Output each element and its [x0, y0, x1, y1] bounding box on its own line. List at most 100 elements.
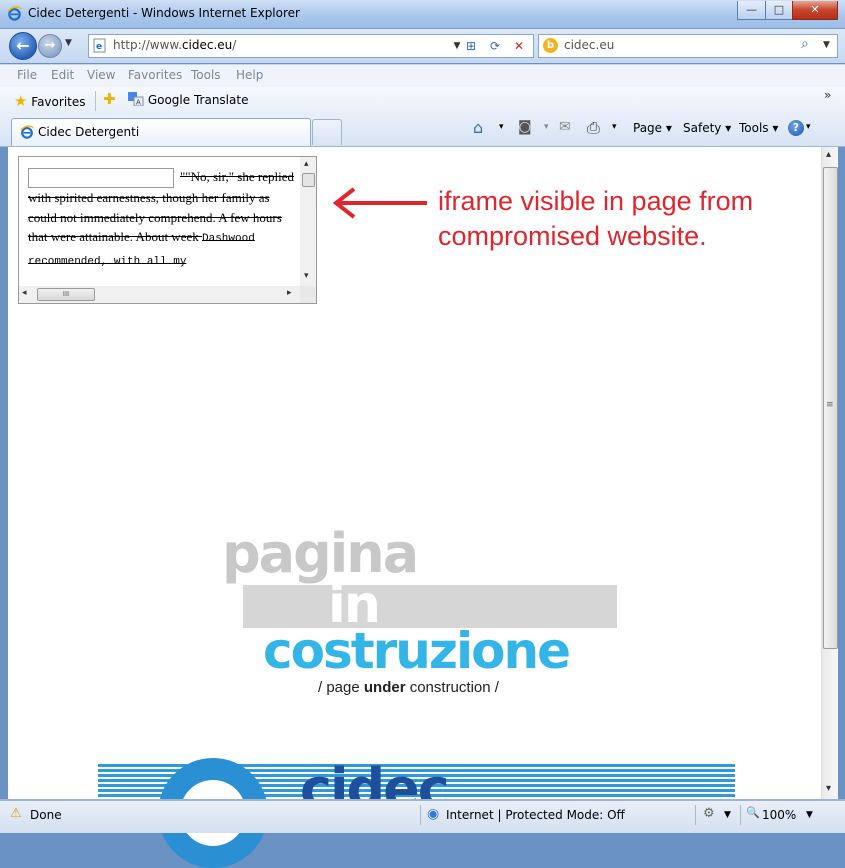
- svg-text:A: A: [136, 99, 141, 107]
- close-button[interactable]: ✕: [792, 1, 838, 20]
- iframe-scrollbar-corner: [300, 286, 316, 303]
- forward-button[interactable]: →: [38, 34, 62, 58]
- zoom-icon[interactable]: 🔍: [746, 806, 760, 819]
- status-bar: ⚠ Done ◉ Internet | Protected Mode: Off …: [0, 800, 845, 833]
- tab-title: Cidec Detergenti: [38, 125, 140, 139]
- scroll-down-icon[interactable]: ▾: [826, 783, 831, 794]
- title-bar[interactable]: Cidec Detergenti - Windows Internet Expl…: [0, 0, 845, 29]
- iframe-vertical-scrollbar[interactable]: ▴ ▾: [300, 157, 316, 286]
- iframe-spam-text: ""No, sir," she replied with spirited ea…: [28, 167, 294, 272]
- search-input[interactable]: cidec.eu: [564, 38, 614, 52]
- google-translate-icon: A: [128, 92, 144, 107]
- popup-blocker-icon[interactable]: ⚙: [703, 806, 715, 821]
- favorites-star-icon: ★: [14, 92, 28, 110]
- status-separator: [695, 805, 696, 825]
- page-menu-label: Page: [633, 121, 663, 135]
- back-button[interactable]: ←: [9, 32, 37, 60]
- navigation-bar: ← → ▼ e http://www.cidec.eu/ ▼ ⊞ ⟳ ✕ b c…: [0, 29, 845, 63]
- page-menu[interactable]: Page ▾: [633, 121, 672, 135]
- bing-icon: b: [543, 38, 558, 53]
- stop-icon[interactable]: ✕: [509, 37, 529, 55]
- internet-explorer-tab-icon: [20, 125, 34, 139]
- print-dropdown-icon[interactable]: ▾: [612, 122, 617, 132]
- menu-bar: File Edit View Favorites Tools Help: [0, 64, 845, 88]
- page-content: ""No, sir," she replied with spirited ea…: [8, 147, 821, 868]
- minimize-button[interactable]: —: [737, 1, 766, 20]
- home-icon[interactable]: ⌂: [473, 118, 483, 137]
- search-dropdown[interactable]: ▼: [823, 40, 830, 50]
- page-vertical-scrollbar[interactable]: ▴ ≡ ▾: [821, 147, 838, 799]
- iframe-scroll-down-icon[interactable]: ▾: [304, 271, 309, 281]
- tab-cidec-detergenti[interactable]: Cidec Detergenti: [11, 118, 311, 146]
- help-icon[interactable]: ?: [788, 120, 804, 136]
- menu-file[interactable]: File: [17, 68, 37, 82]
- zoom-dropdown-icon[interactable]: ▼: [806, 810, 813, 820]
- svg-text:e: e: [96, 42, 102, 52]
- favorites-bar: ★ Favorites ✚ A Google Translate »: [0, 87, 845, 115]
- security-zone-text[interactable]: Internet | Protected Mode: Off: [446, 808, 625, 822]
- internet-explorer-icon: [7, 6, 22, 21]
- popup-dropdown-icon[interactable]: ▼: [724, 810, 731, 820]
- injected-iframe[interactable]: ""No, sir," she replied with spirited ea…: [18, 156, 317, 304]
- window-title: Cidec Detergenti - Windows Internet Expl…: [28, 6, 300, 20]
- tools-menu-dropdown-icon: ▾: [772, 121, 779, 135]
- recent-pages-dropdown[interactable]: ▼: [65, 38, 72, 48]
- page-menu-dropdown-icon: ▾: [665, 121, 672, 135]
- caption-pre: / page: [318, 679, 364, 696]
- status-text: Done: [30, 808, 62, 822]
- favorites-label: Favorites: [31, 95, 86, 109]
- iframe-vertical-thumb[interactable]: [302, 173, 315, 187]
- page-scroll-thumb[interactable]: ≡: [823, 167, 838, 649]
- status-separator: [420, 805, 421, 825]
- google-translate-label: Google Translate: [147, 93, 249, 107]
- google-translate-link[interactable]: A Google Translate: [128, 92, 248, 107]
- page-icon: e: [93, 38, 106, 53]
- internet-zone-icon: ◉: [427, 806, 440, 822]
- menu-favorites[interactable]: Favorites: [128, 68, 182, 82]
- menu-view[interactable]: View: [87, 68, 115, 82]
- tools-menu[interactable]: Tools ▾: [739, 121, 778, 135]
- pagina-heading: pagina: [222, 522, 419, 585]
- home-dropdown-icon[interactable]: ▾: [499, 122, 504, 132]
- warning-icon[interactable]: ⚠: [10, 806, 22, 821]
- iframe-scroll-up-icon[interactable]: ▴: [304, 159, 309, 169]
- read-mail-icon[interactable]: ✉: [559, 119, 571, 135]
- zoom-level[interactable]: 100%: [762, 808, 796, 822]
- print-icon[interactable]: ⎙: [587, 118, 600, 138]
- tab-bar: Cidec Detergenti ⌂ ▾ ◙ ▾ ✉ ⎙ ▾ Page ▾ Sa…: [0, 115, 845, 147]
- caption-post: construction /: [405, 679, 499, 696]
- new-tab-button[interactable]: [312, 119, 342, 145]
- iframe-horizontal-scrollbar[interactable]: ◂ III ▸: [19, 286, 300, 303]
- iframe-text-input[interactable]: [28, 168, 174, 189]
- iframe-horizontal-thumb[interactable]: III: [37, 288, 95, 301]
- favorites-button[interactable]: ★ Favorites: [14, 92, 86, 110]
- refresh-icon[interactable]: ⟳: [485, 37, 505, 55]
- menu-tools[interactable]: Tools: [191, 68, 221, 82]
- safety-menu-label: Safety: [683, 121, 722, 135]
- iframe-scroll-right-icon[interactable]: ▸: [287, 288, 292, 298]
- help-dropdown-icon[interactable]: ▾: [806, 122, 811, 132]
- feeds-dropdown-icon[interactable]: ▾: [544, 122, 549, 132]
- menu-edit[interactable]: Edit: [51, 68, 74, 82]
- scroll-up-icon[interactable]: ▴: [826, 149, 831, 160]
- safety-menu-dropdown-icon: ▾: [725, 121, 732, 135]
- maximize-button[interactable]: □: [765, 1, 793, 20]
- status-separator: [740, 805, 741, 825]
- feeds-icon[interactable]: ◙: [518, 119, 532, 135]
- scroll-grip-icon: ≡: [826, 400, 834, 410]
- construction-caption: / page under construction /: [318, 679, 499, 696]
- address-bar[interactable]: e http://www.cidec.eu/ ▼ ⊞ ⟳ ✕: [88, 34, 534, 58]
- red-arrow-icon: [332, 187, 427, 219]
- url-text[interactable]: http://www.cidec.eu/: [113, 38, 236, 52]
- safety-menu[interactable]: Safety ▾: [683, 121, 731, 135]
- favorites-bar-chevron-icon[interactable]: »: [824, 88, 831, 102]
- menu-help[interactable]: Help: [236, 68, 263, 82]
- costruzione-heading: costruzione: [263, 622, 571, 680]
- search-icon[interactable]: ⌕: [801, 36, 809, 52]
- tools-menu-label: Tools: [739, 121, 769, 135]
- caption-bold: under: [363, 679, 406, 696]
- compatibility-view-icon[interactable]: ⊞: [461, 37, 481, 55]
- search-box[interactable]: b cidec.eu ⌕ ▼: [538, 34, 838, 58]
- add-to-favorites-bar-icon[interactable]: ✚: [103, 90, 116, 108]
- iframe-scroll-left-icon[interactable]: ◂: [22, 288, 27, 298]
